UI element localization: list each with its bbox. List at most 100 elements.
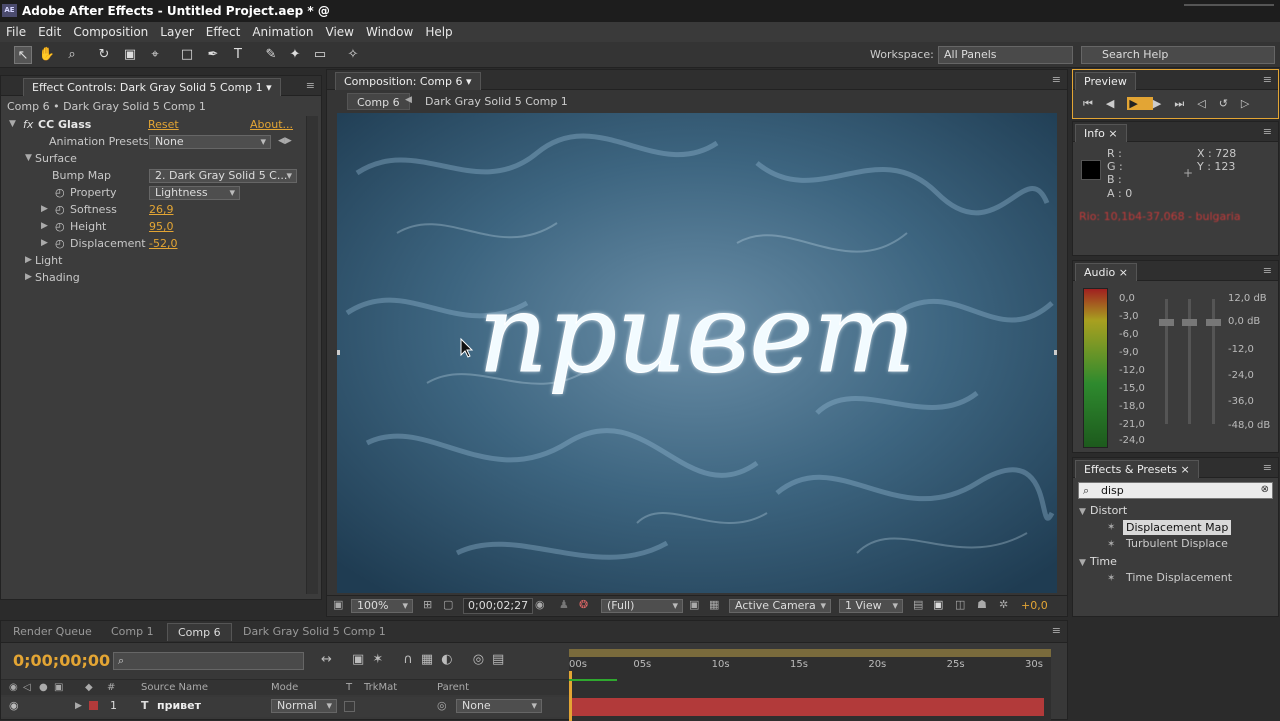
work-area-bar[interactable]: [569, 649, 1051, 657]
solo-icon[interactable]: ●: [39, 680, 48, 696]
tab-render-queue[interactable]: Render Queue: [3, 623, 102, 641]
tab-effects-presets[interactable]: Effects & Presets ×: [1075, 460, 1199, 478]
timeline-graph-area[interactable]: 00s 05s 10s 15s 20s 25s 30s: [569, 649, 1051, 721]
effect-displacement-map[interactable]: Displacement Map: [1123, 520, 1232, 535]
displacement-triangle-icon[interactable]: ▶: [41, 235, 48, 252]
roi-icon[interactable]: ▣: [689, 598, 699, 611]
comp-mini-flowchart-icon[interactable]: ↔: [321, 652, 340, 667]
slider-handle[interactable]: [1182, 319, 1197, 326]
col-t[interactable]: T: [346, 680, 352, 696]
prev-frame-icon[interactable]: ◀: [1106, 97, 1127, 110]
type-tool-icon[interactable]: T: [229, 46, 247, 64]
eye-icon[interactable]: ◉: [9, 680, 18, 696]
menu-effect[interactable]: Effect: [200, 22, 247, 42]
stopwatch-icon[interactable]: ◴: [55, 235, 65, 252]
presets-select[interactable]: None: [149, 135, 271, 149]
zoom-tool-icon[interactable]: ⌕: [63, 46, 81, 64]
expand-triangle-icon[interactable]: ▼: [9, 116, 16, 133]
category-distort[interactable]: Distort: [1090, 504, 1127, 517]
roto-brush-tool-icon[interactable]: ✧: [344, 46, 362, 64]
fast-previews-icon[interactable]: ▣: [933, 598, 943, 611]
lock-icon[interactable]: ▣: [54, 680, 63, 696]
views-select[interactable]: 1 View: [839, 599, 903, 613]
panel-menu-icon[interactable]: ≡: [306, 79, 315, 92]
panel-menu-icon[interactable]: ≡: [1263, 461, 1272, 474]
camera-tool-icon[interactable]: ▣: [121, 46, 139, 64]
brush-tool-icon[interactable]: ✎: [262, 46, 280, 64]
col-mode[interactable]: Mode: [271, 680, 298, 696]
next-frame-icon[interactable]: ▶: [1153, 97, 1174, 110]
crumb-layer[interactable]: Dark Gray Solid 5 Comp 1: [425, 95, 568, 108]
panel-menu-icon[interactable]: ≡: [1052, 624, 1061, 637]
pen-tool-icon[interactable]: ✒: [204, 46, 222, 64]
height-triangle-icon[interactable]: ▶: [41, 218, 48, 235]
transparency-grid-icon[interactable]: ▦: [709, 598, 719, 611]
eraser-tool-icon[interactable]: ▭: [311, 46, 329, 64]
effects-search-input[interactable]: ⌕ disp ⊗: [1078, 482, 1273, 499]
surface-triangle-icon[interactable]: ▼: [25, 150, 32, 167]
crumb-comp[interactable]: Comp 6: [347, 93, 410, 110]
label-color-swatch[interactable]: [89, 701, 98, 710]
rectangle-tool-icon[interactable]: □: [178, 46, 196, 64]
draft-3d-icon[interactable]: ✶: [372, 652, 391, 667]
slider-handle[interactable]: [1206, 319, 1221, 326]
effect-turbulent-displace[interactable]: Turbulent Displace: [1126, 537, 1228, 550]
audio-slider-master[interactable]: [1212, 299, 1215, 424]
timeline-timecode[interactable]: 0;00;00;00: [13, 651, 110, 670]
audio-slider-left[interactable]: [1165, 299, 1168, 424]
ram-preview-icon[interactable]: ▷: [1241, 97, 1262, 110]
time-ruler[interactable]: 00s 05s 10s 15s 20s 25s 30s: [569, 659, 1051, 677]
light-group[interactable]: Light: [35, 252, 62, 269]
preset-prev-icon[interactable]: ◀▶: [278, 133, 292, 150]
tab-dark-gray-solid[interactable]: Dark Gray Solid 5 Comp 1: [233, 623, 396, 641]
clear-search-icon[interactable]: ⊗: [1261, 484, 1269, 495]
tab-info[interactable]: Info ×: [1075, 124, 1127, 142]
menu-file[interactable]: File: [0, 22, 32, 42]
play-icon[interactable]: ▶: [1127, 97, 1153, 110]
menu-layer[interactable]: Layer: [154, 22, 199, 42]
rotate-tool-icon[interactable]: ↻: [95, 46, 113, 64]
region-icon[interactable]: ▢: [443, 598, 453, 611]
softness-triangle-icon[interactable]: ▶: [41, 201, 48, 218]
preserve-transparency-checkbox[interactable]: [344, 701, 355, 712]
flowchart-icon[interactable]: ☗: [977, 598, 987, 611]
show-snapshot-icon[interactable]: ♟: [559, 598, 569, 611]
layer-duration-bar[interactable]: [572, 698, 1044, 716]
always-preview-icon[interactable]: ▣: [333, 598, 343, 611]
slider-handle[interactable]: [1159, 319, 1174, 326]
tab-preview[interactable]: Preview: [1075, 72, 1136, 90]
fx-icon[interactable]: fx: [23, 116, 33, 133]
category-time[interactable]: Time: [1090, 555, 1117, 568]
last-frame-icon[interactable]: ⏭: [1174, 97, 1197, 110]
expand-layer-icon[interactable]: ▶: [75, 697, 82, 715]
scrollbar[interactable]: [306, 116, 318, 594]
frame-blend-icon[interactable]: ▦: [421, 652, 441, 667]
window-controls[interactable]: [1184, 4, 1274, 16]
menu-window[interactable]: Window: [360, 22, 419, 42]
col-parent[interactable]: Parent: [437, 680, 469, 696]
menu-help[interactable]: Help: [419, 22, 458, 42]
pickwhip-icon[interactable]: ◎: [437, 697, 447, 715]
workspace-select[interactable]: All Panels: [938, 46, 1073, 64]
shading-group[interactable]: Shading: [35, 269, 80, 286]
loop-icon[interactable]: ↺: [1219, 97, 1241, 110]
current-timecode[interactable]: 0;00;02;27: [463, 598, 534, 614]
selection-tool-icon[interactable]: ↖: [14, 46, 32, 64]
layer-name[interactable]: привет: [157, 697, 201, 715]
height-value[interactable]: 95,0: [149, 218, 174, 235]
stopwatch-icon[interactable]: ◴: [55, 218, 65, 235]
timeline-search-input[interactable]: ⌕: [113, 652, 304, 670]
effect-time-displacement[interactable]: Time Displacement: [1126, 571, 1232, 584]
displacement-value[interactable]: -52,0: [149, 235, 177, 252]
tab-comp-1[interactable]: Comp 1: [101, 623, 164, 641]
audio-icon[interactable]: ◁: [1197, 97, 1218, 110]
col-source-name[interactable]: Source Name: [141, 680, 208, 696]
stopwatch-icon[interactable]: ◴: [55, 184, 65, 201]
bump-map-select[interactable]: 2. Dark Gray Solid 5 C...: [149, 169, 297, 183]
distort-triangle-icon[interactable]: ▼: [1079, 507, 1086, 517]
menu-edit[interactable]: Edit: [32, 22, 67, 42]
exposure-value[interactable]: +0,0: [1021, 599, 1048, 612]
audio-slider-right[interactable]: [1188, 299, 1191, 424]
zoom-select[interactable]: 100%: [351, 599, 413, 613]
brainstorm-icon[interactable]: ▤: [492, 652, 512, 667]
